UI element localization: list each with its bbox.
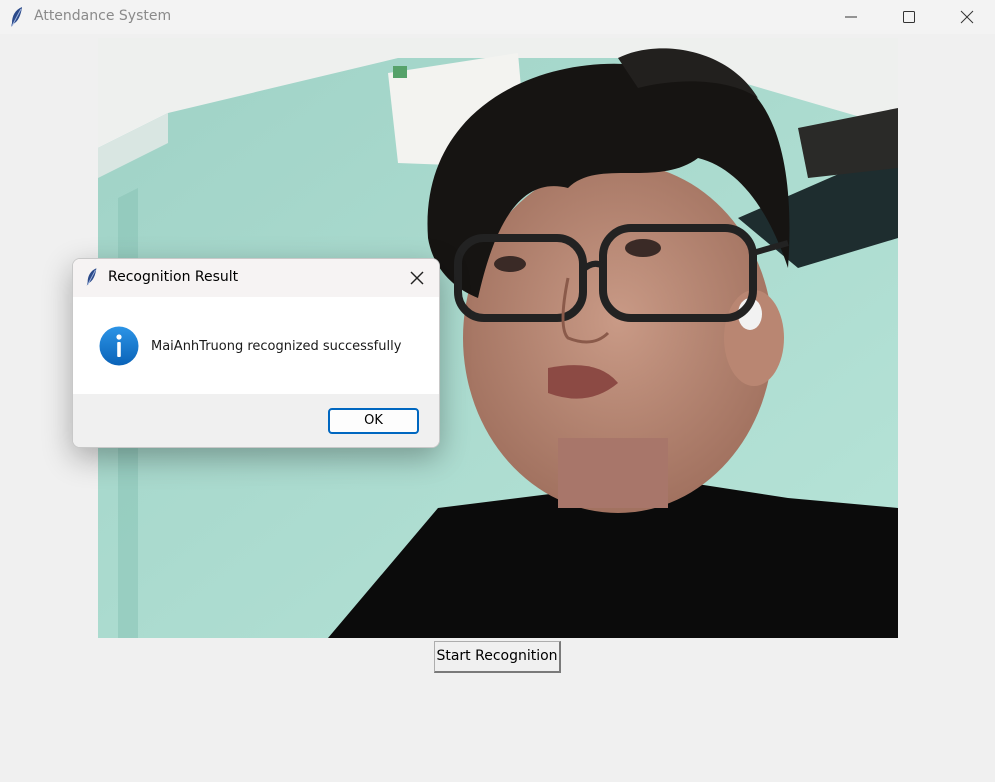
close-button[interactable]: [938, 0, 995, 34]
title-bar[interactable]: Attendance System: [0, 0, 995, 34]
close-icon: [960, 10, 974, 24]
main-window: Attendance System Start Recognition Reco…: [0, 0, 995, 782]
maximize-button[interactable]: [880, 0, 938, 34]
minimize-icon: [845, 16, 857, 18]
feather-icon: [85, 267, 99, 287]
ok-button[interactable]: OK: [328, 408, 419, 434]
dialog-footer: OK: [73, 394, 439, 447]
dialog-title-bar[interactable]: Recognition Result: [73, 259, 439, 297]
minimize-button[interactable]: [822, 0, 880, 34]
dialog-body: MaiAnhTruong recognized successfully: [73, 297, 439, 394]
recognition-result-dialog: Recognition Result MaiAnhTruong recogniz…: [72, 258, 440, 448]
dialog-close-button[interactable]: [403, 266, 431, 290]
dialog-title: Recognition Result: [108, 269, 239, 285]
maximize-icon: [903, 11, 915, 23]
info-icon: [99, 326, 139, 366]
close-icon: [410, 271, 424, 285]
window-title: Attendance System: [34, 8, 172, 24]
feather-icon: [9, 6, 25, 28]
start-recognition-button[interactable]: Start Recognition: [434, 641, 561, 673]
dialog-message: MaiAnhTruong recognized successfully: [151, 339, 402, 354]
